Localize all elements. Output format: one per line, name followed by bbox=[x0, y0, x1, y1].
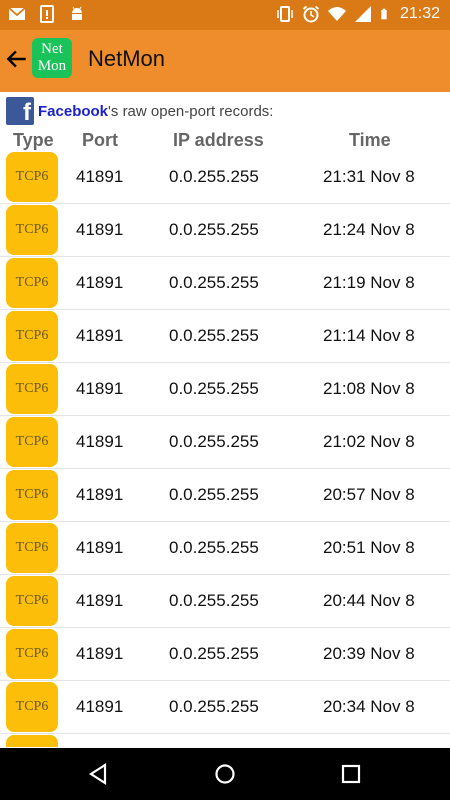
logo-line-2: Mon bbox=[37, 58, 67, 74]
intro-suffix: 's raw open-port records: bbox=[108, 102, 274, 120]
wifi-icon bbox=[327, 7, 346, 21]
port-cell: 41891 bbox=[76, 273, 124, 292]
ip-cell: 0.0.255.255 bbox=[169, 220, 259, 239]
header-time: Time bbox=[349, 130, 391, 150]
table-row[interactable]: TCP6 41891 0.0.255.255 20:57 Nov 8 bbox=[0, 469, 450, 522]
table-row[interactable]: TCP6 41891 0.0.255.255 20:39 Nov 8 bbox=[0, 628, 450, 681]
logo-line-1: Net bbox=[41, 41, 63, 57]
time-cell: 20:57 Nov 8 bbox=[323, 485, 415, 504]
table-row[interactable]: TCP6 41891 0.0.255.255 21:08 Nov 8 bbox=[0, 363, 450, 416]
time-cell: 20:51 Nov 8 bbox=[323, 538, 415, 557]
type-badge: TCP6 bbox=[6, 364, 58, 414]
port-cell: 41891 bbox=[76, 485, 124, 504]
ip-cell: 0.0.255.255 bbox=[169, 379, 259, 398]
table-row[interactable]: TCP6 41891 0.0.255.255 21:24 Nov 8 bbox=[0, 204, 450, 257]
ip-cell: 0.0.255.255 bbox=[169, 273, 259, 292]
navigation-bar bbox=[0, 748, 450, 800]
table-row[interactable]: TCP6 41891 0.0.255.255 21:31 Nov 8 bbox=[0, 151, 450, 204]
home-circle-icon[interactable] bbox=[213, 762, 237, 786]
table-row[interactable]: TCP6 41891 0.0.255.255 21:02 Nov 8 bbox=[0, 416, 450, 469]
time-cell: 21:14 Nov 8 bbox=[323, 326, 415, 345]
battery-icon bbox=[381, 8, 387, 20]
ip-cell: 0.0.255.255 bbox=[169, 538, 259, 557]
port-cell: 41891 bbox=[76, 538, 124, 557]
signal-icon bbox=[354, 6, 371, 22]
mail-icon bbox=[8, 7, 26, 20]
port-cell: 41891 bbox=[76, 697, 124, 716]
header-type: Type bbox=[13, 130, 54, 150]
time-cell: 21:19 Nov 8 bbox=[323, 273, 415, 292]
ip-cell: 0.0.255.255 bbox=[169, 432, 259, 451]
content-area[interactable]: f Facebook's raw open-port records: Type… bbox=[0, 92, 450, 747]
records-list: TCP6 41891 0.0.255.255 21:31 Nov 8 TCP6 4189… bbox=[0, 151, 450, 747]
time-cell: 21:08 Nov 8 bbox=[323, 379, 415, 398]
type-badge: TCP6 bbox=[6, 523, 58, 573]
ip-cell: 0.0.255.255 bbox=[169, 326, 259, 345]
type-badge: TCP6 bbox=[6, 258, 58, 308]
port-cell: 41891 bbox=[76, 326, 124, 345]
type-badge: TCP6 bbox=[6, 682, 58, 732]
type-badge: TCP6 bbox=[6, 470, 58, 520]
app-bar: Net Mon NetMon bbox=[0, 30, 450, 92]
app-name: Facebook bbox=[38, 102, 109, 120]
type-badge: TCP6 bbox=[6, 417, 58, 467]
time-cell: 21:31 Nov 8 bbox=[323, 167, 415, 186]
port-cell: 41891 bbox=[76, 220, 124, 239]
port-cell: 41891 bbox=[76, 167, 124, 186]
type-badge: TCP6 bbox=[6, 629, 58, 679]
ip-cell: 0.0.255.255 bbox=[169, 644, 259, 663]
time-cell: 21:24 Nov 8 bbox=[323, 220, 415, 239]
intro-line: f Facebook's raw open-port records: bbox=[6, 97, 274, 126]
tablet-icon bbox=[40, 5, 54, 23]
header-ip: IP address bbox=[173, 130, 264, 150]
recents-square-icon[interactable] bbox=[339, 762, 363, 786]
port-cell: 41891 bbox=[76, 379, 124, 398]
back-triangle-icon[interactable] bbox=[86, 762, 110, 786]
table-header: Type Port IP address Time bbox=[0, 128, 450, 152]
back-arrow-icon[interactable] bbox=[4, 46, 30, 72]
ip-cell: 0.0.255.255 bbox=[169, 697, 259, 716]
app-title: NetMon bbox=[88, 46, 166, 71]
type-badge: TCP6 bbox=[6, 576, 58, 626]
app-logo: Net Mon bbox=[32, 38, 72, 78]
table-row[interactable]: TCP6 41891 0.0.255.255 21:14 Nov 8 bbox=[0, 310, 450, 363]
table-row[interactable] bbox=[0, 734, 450, 747]
port-cell: 41891 bbox=[76, 432, 124, 451]
time-cell: 20:44 Nov 8 bbox=[323, 591, 415, 610]
alarm-icon bbox=[302, 5, 320, 23]
type-badge bbox=[6, 735, 58, 747]
port-cell: 41891 bbox=[76, 591, 124, 610]
time-cell: 20:34 Nov 8 bbox=[323, 697, 415, 716]
android-icon bbox=[72, 6, 82, 20]
port-cell: 41891 bbox=[76, 644, 124, 663]
vibrate-icon bbox=[277, 6, 293, 22]
facebook-logo-icon: f bbox=[6, 97, 34, 126]
header-port: Port bbox=[82, 130, 118, 150]
ip-cell: 0.0.255.255 bbox=[169, 591, 259, 610]
ip-cell: 0.0.255.255 bbox=[169, 485, 259, 504]
table-row[interactable]: TCP6 41891 0.0.255.255 20:44 Nov 8 bbox=[0, 575, 450, 628]
type-badge: TCP6 bbox=[6, 311, 58, 361]
table-row[interactable]: TCP6 41891 0.0.255.255 20:51 Nov 8 bbox=[0, 522, 450, 575]
type-badge: TCP6 bbox=[6, 205, 58, 255]
status-time: 21:32 bbox=[399, 5, 440, 22]
table-row[interactable]: TCP6 41891 0.0.255.255 20:34 Nov 8 bbox=[0, 681, 450, 734]
time-cell: 21:02 Nov 8 bbox=[323, 432, 415, 451]
ip-cell: 0.0.255.255 bbox=[169, 167, 259, 186]
status-bar: 21:32 bbox=[0, 0, 450, 30]
table-row[interactable]: TCP6 41891 0.0.255.255 21:19 Nov 8 bbox=[0, 257, 450, 310]
type-badge: TCP6 bbox=[6, 152, 58, 202]
time-cell: 20:39 Nov 8 bbox=[323, 644, 415, 663]
